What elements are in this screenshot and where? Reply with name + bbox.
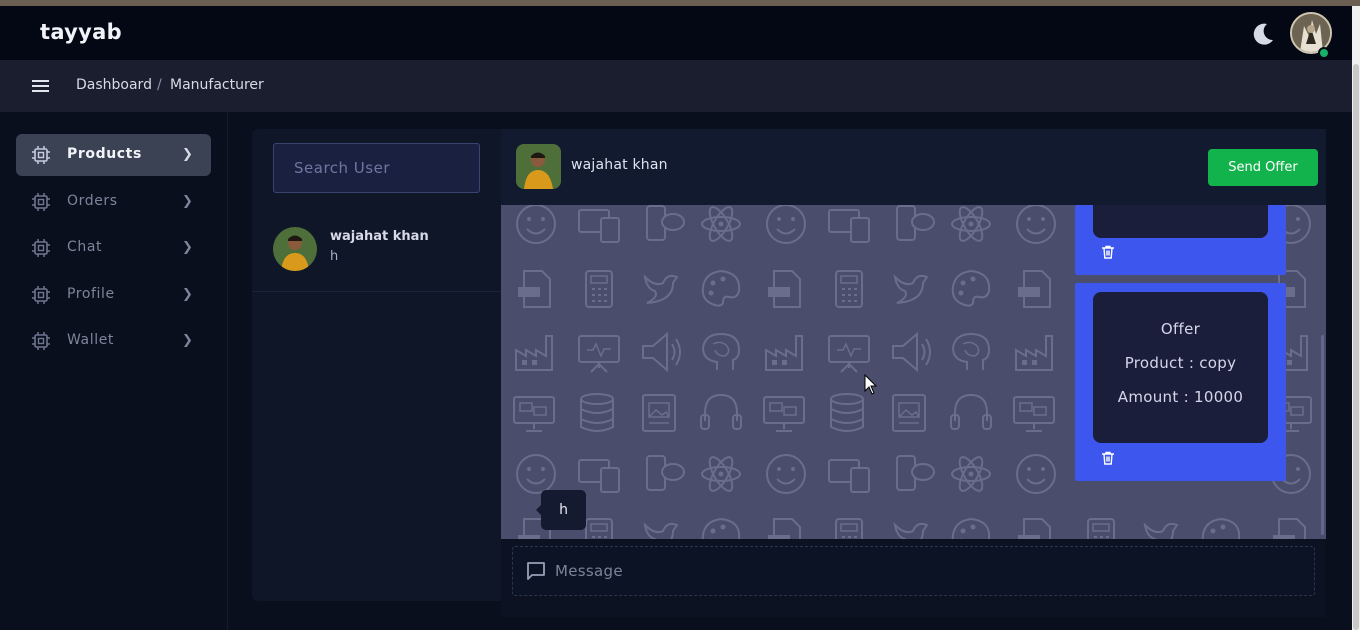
search-user-input[interactable] <box>273 143 480 193</box>
sidebar-item-label: Products <box>67 146 142 162</box>
sidebar-item-wallet[interactable]: Wallet ❯ <box>16 320 211 362</box>
sidebar-item-label: Chat <box>67 239 103 255</box>
sidebar-item-label: Wallet <box>67 332 115 348</box>
message-input[interactable] <box>555 556 1295 586</box>
incoming-message-bubble: h <box>536 490 586 530</box>
chevron-right-icon: ❯ <box>182 240 193 255</box>
top-header: tayyab <box>0 6 1352 60</box>
chat-panel: wajahat khan Send Offer h Offer Product … <box>501 129 1326 617</box>
message-composer <box>512 546 1315 596</box>
offer-product: Product : copy <box>1124 354 1237 372</box>
send-offer-button[interactable]: Send Offer <box>1208 149 1318 186</box>
contact-avatar <box>273 227 317 271</box>
breadcrumb-manufacturer: Manufacturer <box>170 77 264 93</box>
chat-contact-avatar <box>516 144 561 189</box>
chevron-right-icon: ❯ <box>182 147 193 162</box>
chip-icon <box>32 239 50 257</box>
brand-logo[interactable]: tayyab <box>40 20 122 44</box>
page-scrollbar[interactable] <box>1352 6 1360 630</box>
offer-title: Offer <box>1160 320 1201 338</box>
breadcrumb-dashboard[interactable]: Dashboard <box>76 77 152 93</box>
scrollbar-thumb[interactable] <box>1353 64 1359 630</box>
sidebar-item-label: Orders <box>67 193 118 209</box>
chip-icon <box>32 286 50 304</box>
chevron-right-icon: ❯ <box>182 333 193 348</box>
sidebar-item-orders[interactable]: Orders ❯ <box>16 181 211 223</box>
offer-amount: Amount : 10000 <box>1117 388 1244 406</box>
chip-icon <box>32 332 50 350</box>
breadcrumb-bar: Dashboard / Manufacturer <box>0 60 1352 112</box>
message-area-scrollbar[interactable] <box>1321 335 1324 535</box>
chip-icon <box>32 193 50 211</box>
offer-content: Offer Product : copy Amount : 10000 <box>1093 292 1268 443</box>
sidebar-item-label: Profile <box>67 286 115 302</box>
sidebar: Products ❯ Orders ❯ Chat ❯ Profile ❯ Wal… <box>0 112 228 630</box>
chat-header: wajahat khan Send Offer <box>501 129 1326 205</box>
trash-icon[interactable] <box>1101 451 1115 465</box>
users-panel: wajahat khan h <box>252 129 502 601</box>
sidebar-item-chat[interactable]: Chat ❯ <box>16 227 211 269</box>
last-message-preview: h <box>330 249 339 264</box>
chevron-right-icon: ❯ <box>182 194 193 209</box>
offer-content <box>1093 205 1268 238</box>
contact-name: wajahat khan <box>330 229 429 244</box>
sidebar-item-products[interactable]: Products ❯ <box>16 134 211 176</box>
sidebar-item-profile[interactable]: Profile ❯ <box>16 274 211 316</box>
offer-card: Offer Product : copy Amount : 10000 <box>1075 283 1286 481</box>
mouse-pointer-icon <box>864 374 878 395</box>
chip-icon <box>32 146 50 164</box>
user-list-item[interactable]: wajahat khan h <box>252 215 502 292</box>
trash-icon[interactable] <box>1101 245 1115 259</box>
moon-icon[interactable] <box>1250 21 1276 47</box>
chevron-right-icon: ❯ <box>182 287 193 302</box>
chat-contact-name: wajahat khan <box>571 157 668 173</box>
offer-card <box>1075 205 1286 275</box>
chat-bubble-icon <box>527 562 545 580</box>
online-status-dot <box>1318 47 1330 59</box>
hamburger-menu-icon[interactable] <box>32 77 50 95</box>
message-area[interactable]: h Offer Product : copy Amount : 10000 <box>501 205 1326 539</box>
breadcrumb-separator: / <box>157 77 162 93</box>
